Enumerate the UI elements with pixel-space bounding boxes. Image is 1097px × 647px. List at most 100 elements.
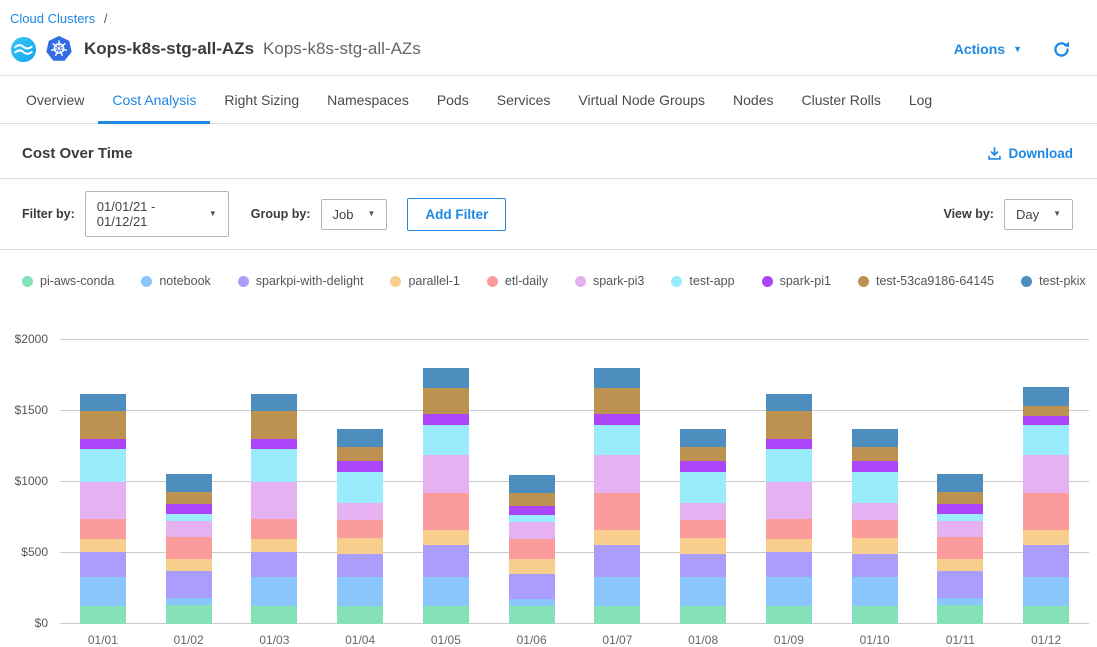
view-by-select[interactable]: Day ▼ [1004,199,1073,230]
bar-segment-parallel-1[interactable] [80,539,126,552]
bar-segment-sparkpi-with-delight[interactable] [509,574,555,600]
stacked-bar-01-04[interactable] [337,429,383,624]
bar-segment-test-pkix[interactable] [594,368,640,387]
legend-item-pi-aws-conda[interactable]: pi-aws-conda [22,274,114,288]
tab-virtual-node-groups[interactable]: Virtual Node Groups [564,76,719,124]
bar-segment-test-pkix[interactable] [251,394,297,411]
bar-segment-test-53ca9186-64145[interactable] [852,447,898,461]
bar-segment-notebook[interactable] [594,577,640,606]
legend-item-spark-pi3[interactable]: spark-pi3 [575,274,644,288]
bar-segment-test-53ca9186-64145[interactable] [337,447,383,461]
bar-segment-test-53ca9186-64145[interactable] [680,447,726,461]
refresh-icon[interactable] [1052,40,1071,59]
bar-segment-spark-pi3[interactable] [680,503,726,519]
bar-segment-parallel-1[interactable] [594,530,640,546]
bar-segment-notebook[interactable] [80,577,126,606]
bar-segment-test-app[interactable] [251,449,297,482]
bar-segment-etl-daily[interactable] [594,493,640,529]
bar-segment-notebook[interactable] [1023,577,1069,606]
bar-segment-pi-aws-conda[interactable] [509,606,555,624]
bar-segment-spark-pi3[interactable] [80,482,126,519]
bar-segment-etl-daily[interactable] [680,520,726,538]
stacked-bar-01-02[interactable] [166,474,212,624]
tab-namespaces[interactable]: Namespaces [313,76,423,124]
bar-segment-test-pkix[interactable] [337,429,383,447]
bar-segment-parallel-1[interactable] [937,559,983,571]
bar-segment-test-pkix[interactable] [1023,387,1069,406]
bar-segment-notebook[interactable] [423,577,469,606]
legend-item-test-pkix[interactable]: test-pkix [1021,274,1086,288]
bar-segment-spark-pi3[interactable] [166,521,212,537]
tab-cost-analysis[interactable]: Cost Analysis [98,76,210,124]
legend-item-test-app[interactable]: test-app [671,274,734,288]
group-by-select[interactable]: Job ▼ [321,199,388,230]
bar-segment-notebook[interactable] [852,577,898,606]
bar-segment-spark-pi3[interactable] [509,522,555,539]
bar-segment-test-pkix[interactable] [937,474,983,492]
bar-segment-sparkpi-with-delight[interactable] [852,554,898,577]
bar-segment-test-pkix[interactable] [166,474,212,492]
date-range-select[interactable]: 01/01/21 - 01/12/21 ▼ [85,191,229,237]
legend-item-spark-pi1[interactable]: spark-pi1 [762,274,831,288]
bar-segment-spark-pi1[interactable] [1023,416,1069,425]
bar-segment-etl-daily[interactable] [852,520,898,538]
bar-segment-test-app[interactable] [1023,425,1069,455]
bar-segment-pi-aws-conda[interactable] [680,606,726,624]
bar-segment-parallel-1[interactable] [852,538,898,554]
stacked-bar-01-03[interactable] [251,394,297,624]
bar-segment-spark-pi3[interactable] [1023,455,1069,493]
bar-segment-parallel-1[interactable] [680,538,726,554]
bar-segment-spark-pi1[interactable] [680,461,726,472]
stacked-bar-01-06[interactable] [509,475,555,624]
bar-segment-test-pkix[interactable] [509,475,555,493]
bar-segment-pi-aws-conda[interactable] [80,606,126,624]
bar-segment-spark-pi1[interactable] [251,439,297,449]
bar-segment-parallel-1[interactable] [251,539,297,552]
stacked-bar-01-08[interactable] [680,429,726,624]
bar-segment-sparkpi-with-delight[interactable] [1023,545,1069,577]
legend-item-etl-daily[interactable]: etl-daily [487,274,548,288]
bar-segment-pi-aws-conda[interactable] [1023,606,1069,624]
bar-segment-test-pkix[interactable] [80,394,126,411]
bar-segment-test-app[interactable] [423,425,469,455]
bar-segment-test-53ca9186-64145[interactable] [423,388,469,414]
bar-segment-pi-aws-conda[interactable] [337,606,383,624]
stacked-bar-01-11[interactable] [937,474,983,624]
bar-segment-test-53ca9186-64145[interactable] [937,492,983,504]
bar-segment-sparkpi-with-delight[interactable] [80,552,126,578]
bar-segment-spark-pi1[interactable] [166,504,212,514]
bar-segment-sparkpi-with-delight[interactable] [423,545,469,577]
bar-segment-test-pkix[interactable] [680,429,726,447]
bar-segment-test-53ca9186-64145[interactable] [166,492,212,504]
bar-segment-notebook[interactable] [337,577,383,606]
breadcrumb-link[interactable]: Cloud Clusters [10,11,95,26]
bar-segment-spark-pi3[interactable] [852,503,898,519]
stacked-bar-01-07[interactable] [594,368,640,624]
tab-services[interactable]: Services [483,76,565,124]
bar-segment-test-53ca9186-64145[interactable] [509,493,555,505]
bar-segment-spark-pi1[interactable] [766,439,812,449]
bar-segment-pi-aws-conda[interactable] [766,606,812,624]
bar-segment-test-pkix[interactable] [852,429,898,447]
bar-segment-pi-aws-conda[interactable] [852,606,898,624]
bar-segment-test-53ca9186-64145[interactable] [80,411,126,439]
bar-segment-spark-pi1[interactable] [509,506,555,516]
legend-item-parallel-1[interactable]: parallel-1 [390,274,459,288]
bar-segment-spark-pi1[interactable] [423,414,469,425]
tab-cluster-rolls[interactable]: Cluster Rolls [787,76,894,124]
bar-segment-notebook[interactable] [251,577,297,606]
bar-segment-notebook[interactable] [766,577,812,606]
bar-segment-spark-pi3[interactable] [937,521,983,537]
tab-pods[interactable]: Pods [423,76,483,124]
bar-segment-etl-daily[interactable] [80,519,126,539]
bar-segment-test-app[interactable] [594,425,640,455]
legend-item-notebook[interactable]: notebook [141,274,210,288]
bar-segment-test-app[interactable] [766,449,812,482]
stacked-bar-01-09[interactable] [766,394,812,624]
bar-segment-spark-pi1[interactable] [852,461,898,472]
bar-segment-etl-daily[interactable] [166,537,212,558]
bar-segment-sparkpi-with-delight[interactable] [251,552,297,578]
download-button[interactable]: Download [987,146,1074,161]
bar-segment-sparkpi-with-delight[interactable] [337,554,383,577]
bar-segment-pi-aws-conda[interactable] [423,606,469,624]
